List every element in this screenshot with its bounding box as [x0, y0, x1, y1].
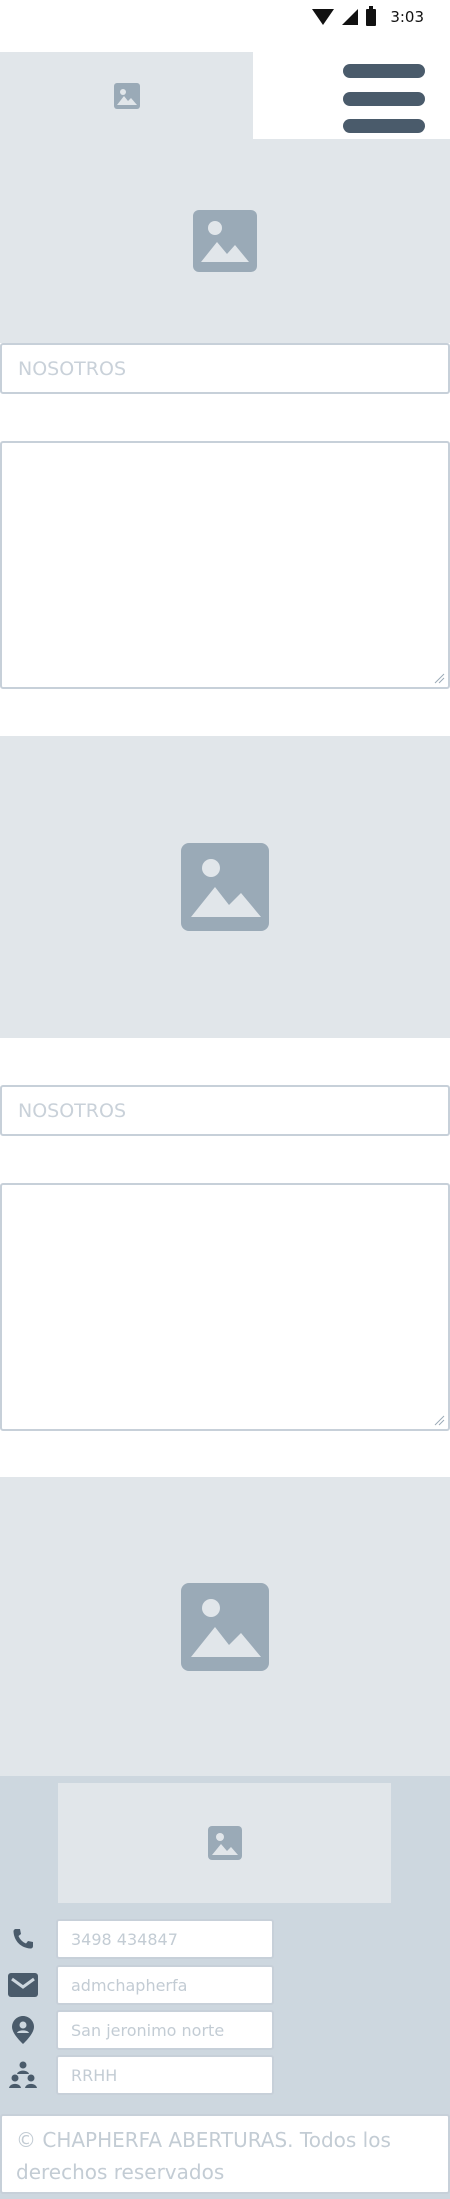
image-placeholder-icon [193, 210, 257, 272]
phone-icon [8, 1924, 38, 1954]
status-bar: 3:03 [0, 0, 450, 34]
status-time: 3:03 [390, 8, 424, 26]
resize-grip-icon[interactable] [433, 1414, 445, 1426]
image-placeholder-icon [207, 1826, 242, 1860]
bottom-image [0, 1477, 450, 1777]
section-image [0, 139, 450, 343]
hamburger-menu-icon-bar [343, 92, 425, 106]
image-placeholder-icon [181, 1583, 269, 1671]
hamburger-menu-icon [343, 64, 425, 78]
status-icons: 3:03 [312, 4, 424, 30]
contact-phone-field[interactable]: 3498 434847 [56, 1919, 274, 1959]
image-placeholder-icon [181, 843, 269, 931]
hamburger-menu-button[interactable] [343, 64, 425, 134]
contact-hr-field[interactable]: RRHH [56, 2055, 274, 2095]
footer-logo [58, 1783, 391, 1903]
hamburger-menu-icon-bar [343, 119, 425, 133]
section-image [0, 736, 450, 1038]
section-text-area[interactable] [0, 441, 450, 689]
contact-email-field[interactable]: admchapherfa [56, 1965, 274, 2005]
battery-icon [366, 5, 377, 26]
section-text-area[interactable] [0, 1183, 450, 1431]
copyright-text: © CHAPHERFA ABERTURAS. Todos los derecho… [0, 2114, 450, 2194]
header-logo[interactable] [0, 52, 253, 139]
image-placeholder-icon [113, 82, 140, 109]
people-icon [8, 2060, 38, 2090]
location-pin-icon [8, 2015, 38, 2045]
wifi-icon [312, 9, 335, 25]
mail-icon [8, 1970, 38, 2000]
section-title-input[interactable]: NOSOTROS [0, 343, 450, 394]
cell-signal-icon [342, 9, 359, 25]
resize-grip-icon[interactable] [433, 672, 445, 684]
section-title-input[interactable]: NOSOTROS [0, 1085, 450, 1136]
contact-address-field[interactable]: San jeronimo norte [56, 2010, 274, 2050]
